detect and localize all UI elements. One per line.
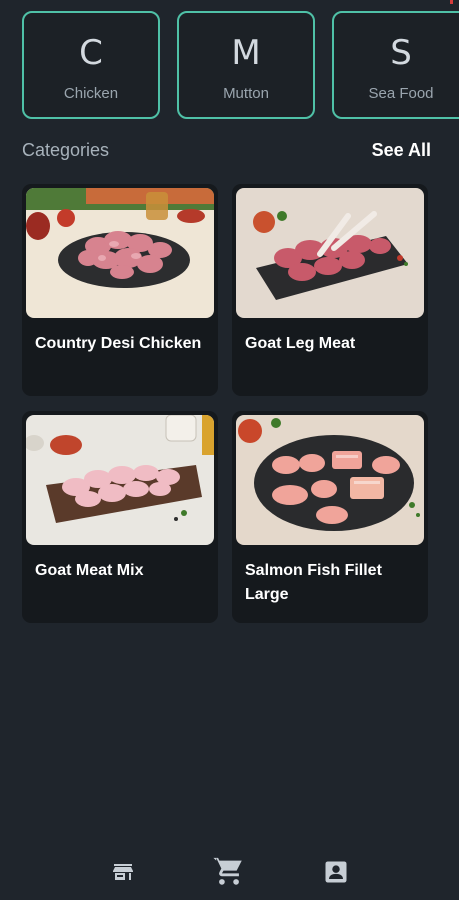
store-icon xyxy=(113,864,134,880)
product-title: Goat Meat Mix xyxy=(35,562,144,579)
product-image xyxy=(236,188,424,318)
product-image xyxy=(26,415,214,545)
quick-category-mutton[interactable]: M Mutton xyxy=(177,11,315,119)
bottom-nav xyxy=(0,844,459,900)
product-title: Goat Leg Meat xyxy=(245,335,356,352)
product-image xyxy=(26,188,214,318)
nav-account-button[interactable] xyxy=(316,852,356,892)
nav-cart-button[interactable] xyxy=(209,852,249,892)
product-title: Salmon Fish Fillet Large xyxy=(245,562,382,603)
chip-letter: C xyxy=(79,33,103,73)
section-title: Categories xyxy=(22,140,110,160)
product-card-goat-leg-meat[interactable]: Goat Leg Meat xyxy=(232,184,428,396)
quick-category-sea-food[interactable]: S Sea Food xyxy=(332,11,459,119)
see-all-link[interactable]: See All xyxy=(372,140,431,161)
quick-category-row: C Chicken M Mutton S Sea Food xyxy=(0,0,459,130)
chip-label: Chicken xyxy=(63,85,119,102)
product-card-salmon-fish-fillet-large[interactable]: Salmon Fish Fillet Large xyxy=(232,411,428,623)
chip-label: Sea Food xyxy=(368,85,434,102)
nav-store-button[interactable] xyxy=(103,852,143,892)
product-title: Country Desi Chicken xyxy=(35,335,202,352)
cart-icon xyxy=(213,857,243,885)
quick-category-chicken[interactable]: C Chicken xyxy=(22,11,160,119)
chip-letter: S xyxy=(390,33,412,73)
account-box-icon xyxy=(325,861,347,883)
product-card-goat-meat-mix[interactable]: Goat Meat Mix xyxy=(22,411,218,623)
chip-label: Mutton xyxy=(223,85,269,102)
product-card-country-desi-chicken[interactable]: Country Desi Chicken xyxy=(22,184,218,396)
chip-letter: M xyxy=(231,33,261,73)
scroll-edge-indicator xyxy=(450,0,453,4)
product-image xyxy=(236,415,424,545)
